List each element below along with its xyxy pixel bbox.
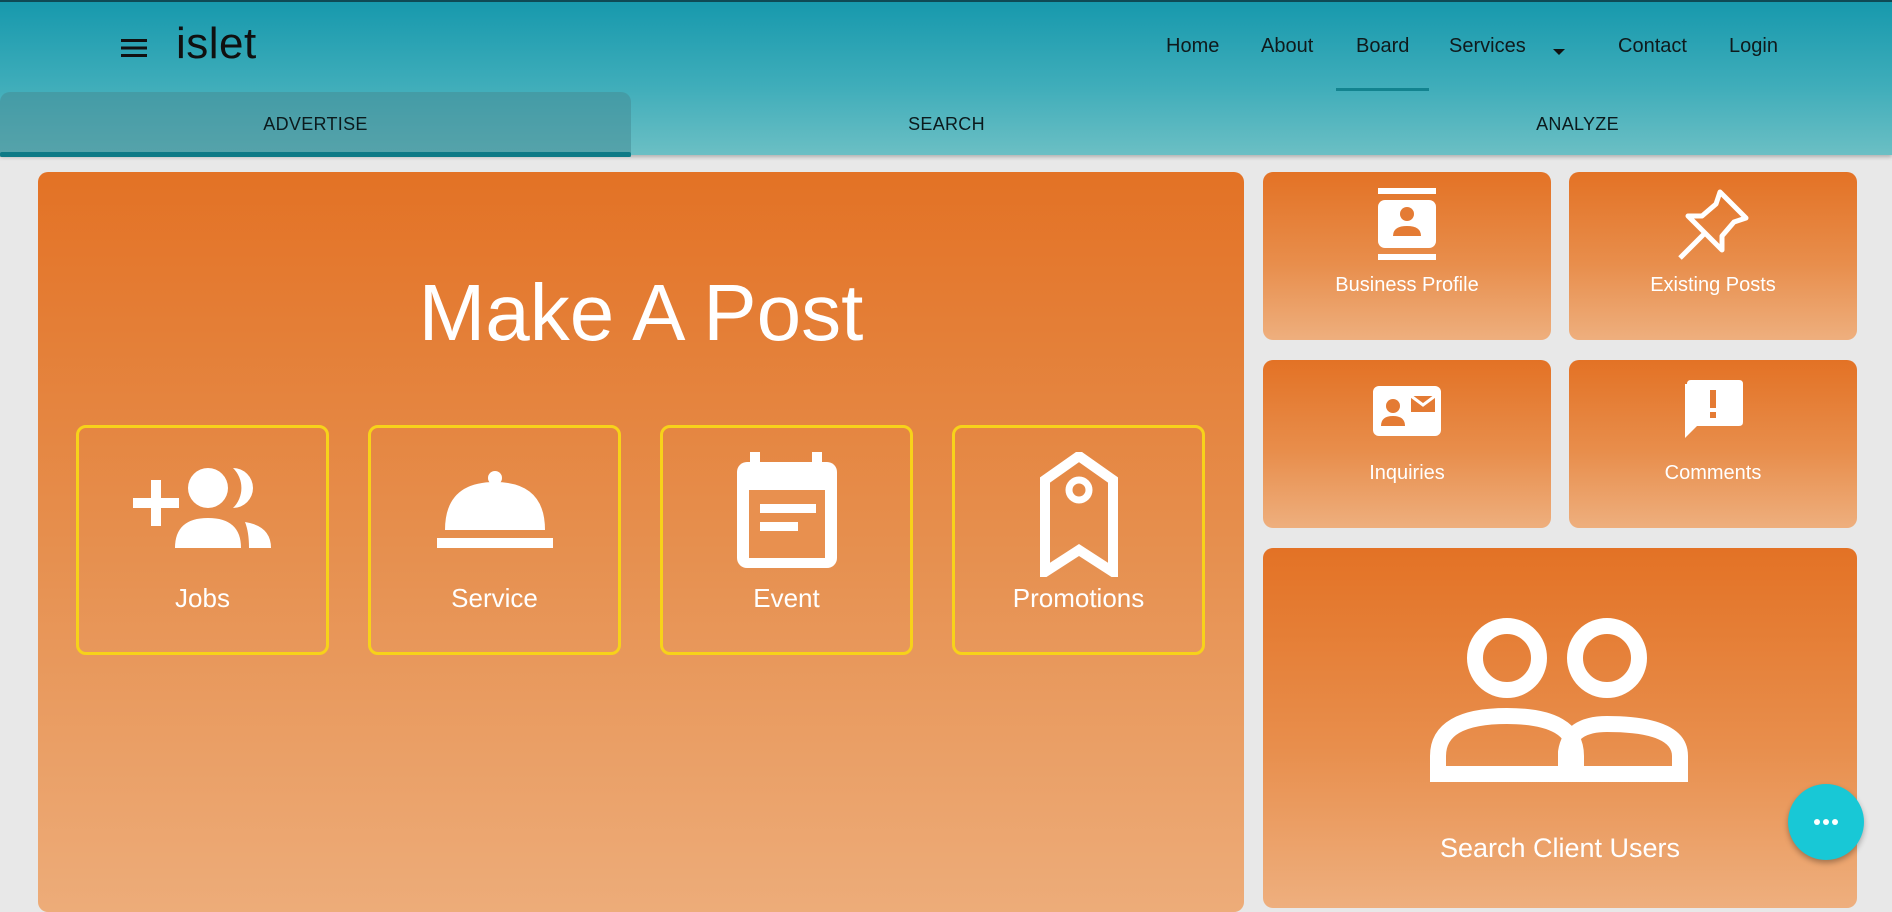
make-post-title: Make A Post: [418, 268, 864, 357]
people-outline-icon: [1430, 618, 1688, 782]
tab-advertise[interactable]: ADVERTISE: [0, 92, 631, 157]
make-post-card: Make A Post Jobs Service Event Promotion…: [38, 172, 1244, 912]
more-actions-fab[interactable]: [1788, 784, 1864, 860]
nav-board[interactable]: Board: [1356, 35, 1409, 58]
search-client-users-card[interactable]: Search Client Users: [1263, 548, 1857, 908]
post-jobs-tile[interactable]: Jobs: [76, 425, 329, 655]
search-client-users-label: Search Client Users: [1439, 833, 1681, 863]
post-promotions-tile[interactable]: Promotions: [952, 425, 1205, 655]
post-service-label: Service: [451, 583, 538, 613]
nav-active-indicator: [1336, 88, 1429, 91]
nav-about[interactable]: About: [1261, 35, 1313, 58]
post-event-tile[interactable]: Event: [660, 425, 913, 655]
business-profile-card[interactable]: Business Profile: [1263, 172, 1551, 340]
event-note-icon: [736, 452, 837, 568]
inquiries-card[interactable]: Inquiries: [1263, 360, 1551, 528]
bookmark-tag-icon: [1039, 452, 1118, 577]
more-horizontal-icon: [1814, 819, 1838, 825]
tab-search[interactable]: SEARCH: [631, 92, 1262, 157]
post-jobs-label: Jobs: [175, 583, 230, 613]
comments-card[interactable]: Comments: [1569, 360, 1857, 528]
tab-bar: ADVERTISE SEARCH ANALYZE: [0, 92, 1892, 157]
existing-posts-card[interactable]: Existing Posts: [1569, 172, 1857, 340]
nav-contact[interactable]: Contact: [1618, 35, 1687, 58]
top-nav: Home About Board Services Contact Login: [0, 2, 1892, 92]
post-promotions-label: Promotions: [1012, 583, 1145, 613]
business-profile-label: Business Profile: [1335, 274, 1479, 296]
tab-analyze[interactable]: ANALYZE: [1262, 92, 1892, 157]
nav-services[interactable]: Services: [1449, 35, 1526, 58]
room-service-icon: [436, 471, 553, 548]
post-service-tile[interactable]: Service: [368, 425, 621, 655]
nav-login[interactable]: Login: [1729, 35, 1778, 58]
group-add-icon: [132, 468, 271, 548]
contact-mail-icon: [1373, 386, 1441, 436]
push-pin-icon: [1678, 189, 1749, 260]
chevron-down-icon[interactable]: [1552, 40, 1566, 63]
post-event-label: Event: [753, 583, 820, 613]
feedback-icon: [1685, 380, 1743, 438]
existing-posts-label: Existing Posts: [1650, 274, 1776, 296]
app-bar: islet Home About Board Services Contact …: [0, 0, 1892, 157]
comments-label: Comments: [1664, 462, 1762, 484]
inquiries-label: Inquiries: [1369, 462, 1445, 484]
nav-home[interactable]: Home: [1166, 35, 1219, 58]
contact-card-icon: [1378, 188, 1436, 260]
